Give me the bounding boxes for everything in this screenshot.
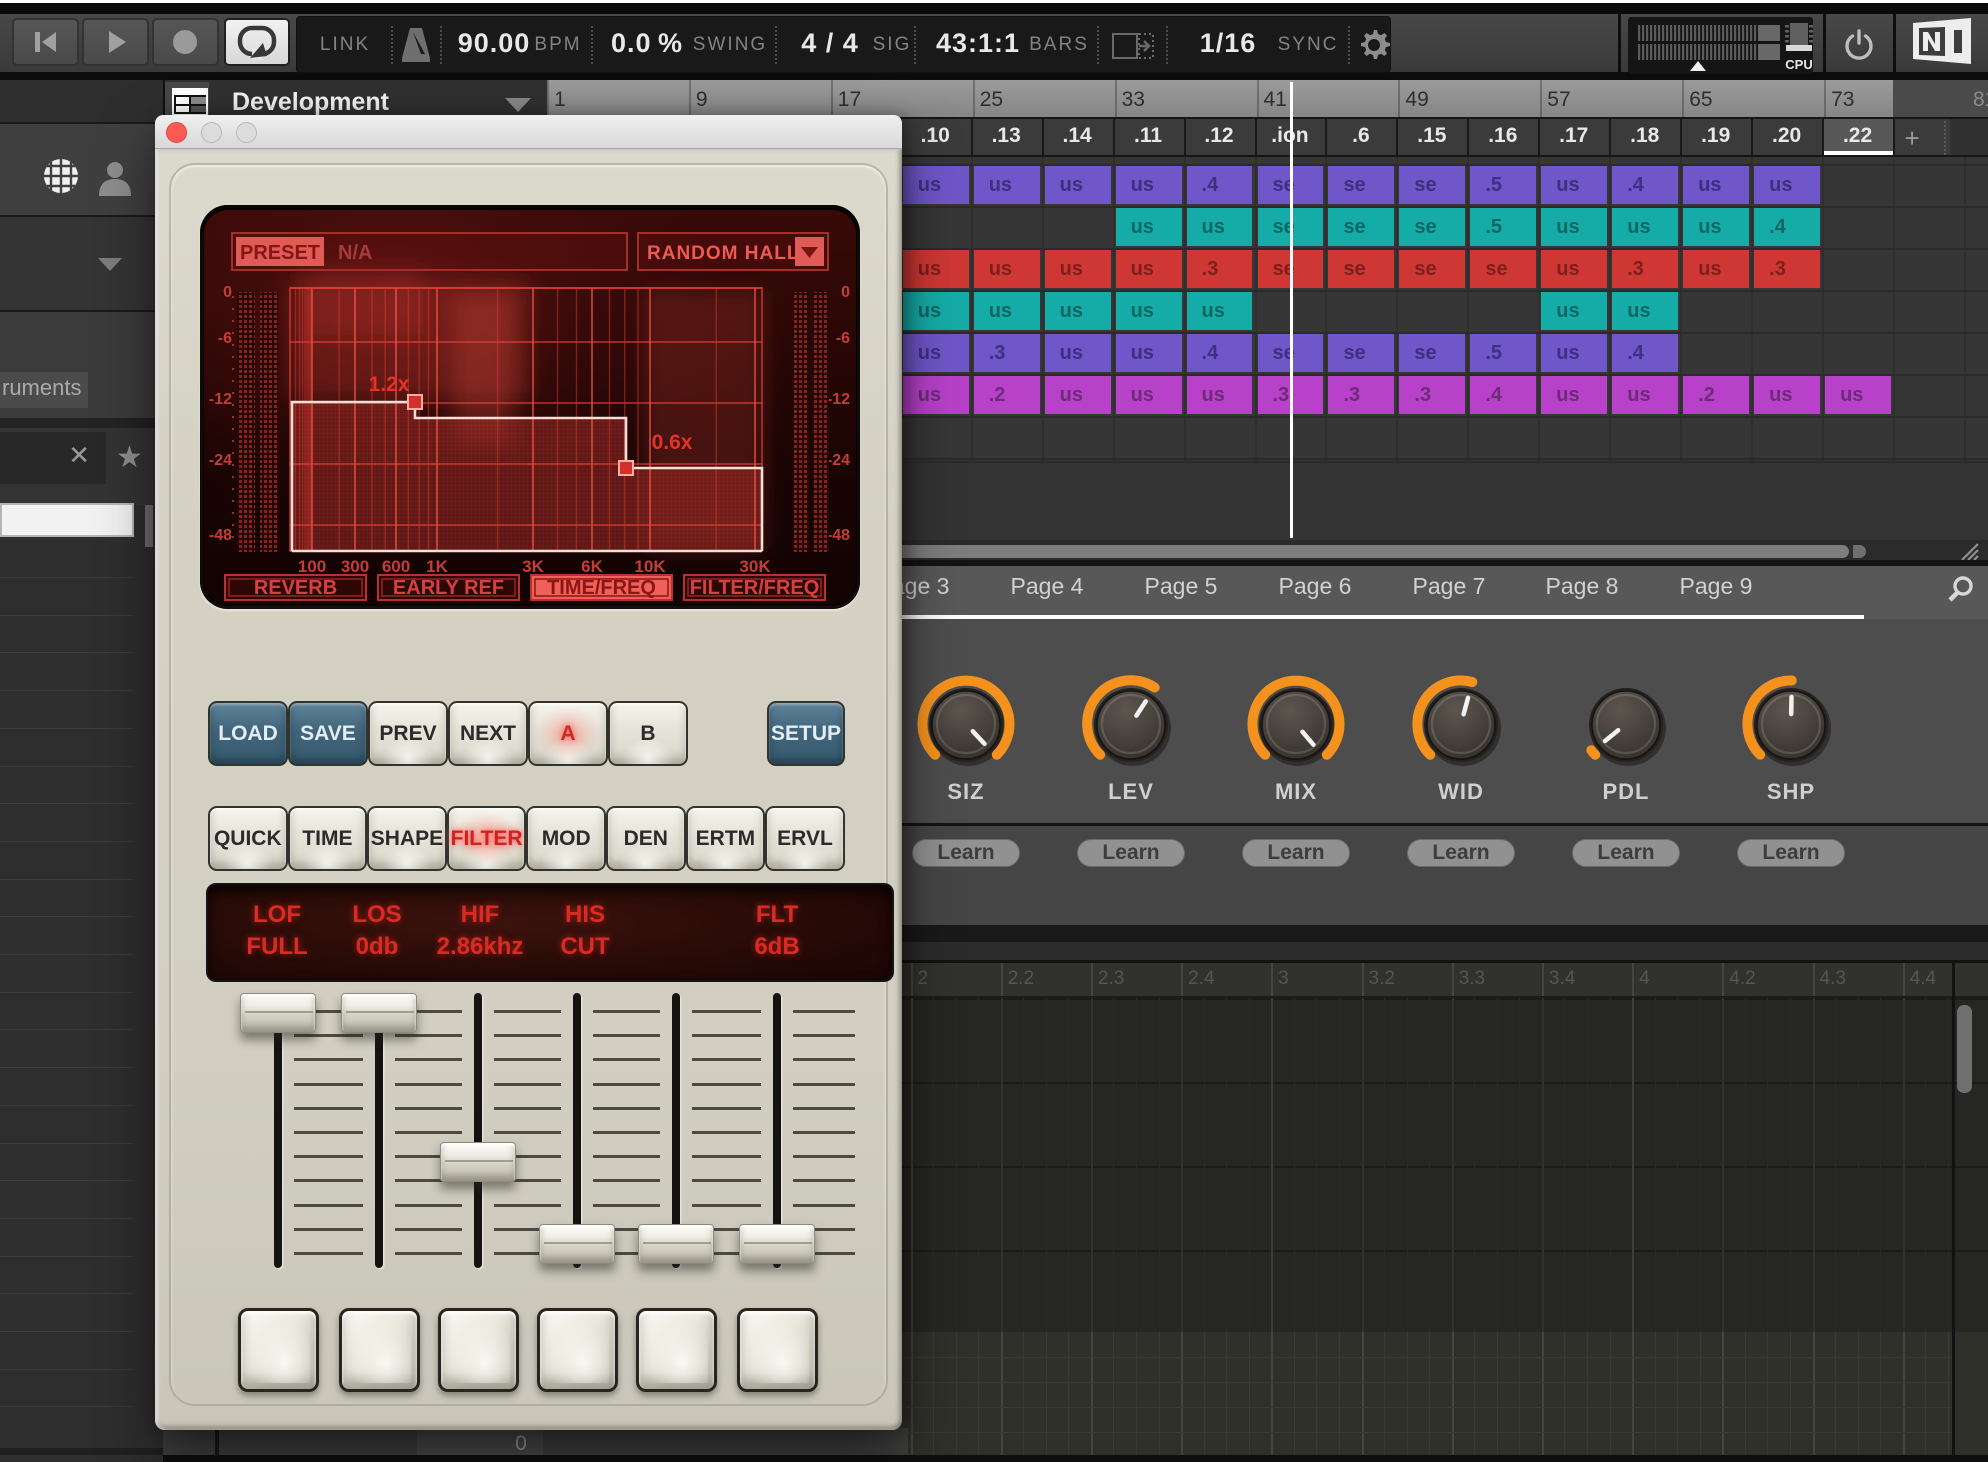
svg-text:N/A: N/A bbox=[338, 242, 372, 264]
svg-text:30K: 30K bbox=[739, 557, 771, 576]
svg-text:REVERB: REVERB bbox=[254, 577, 337, 599]
svg-text:FILTER/FREQ: FILTER/FREQ bbox=[690, 577, 820, 599]
svg-text:TIME/FREQ: TIME/FREQ bbox=[547, 577, 656, 599]
svg-text:600: 600 bbox=[382, 557, 410, 576]
svg-text:RANDOM HALL: RANDOM HALL bbox=[647, 243, 799, 264]
svg-text:100: 100 bbox=[298, 557, 326, 576]
svg-text:3K: 3K bbox=[522, 557, 544, 576]
svg-text:0: 0 bbox=[223, 284, 232, 301]
svg-text:EARLY REF: EARLY REF bbox=[393, 577, 504, 599]
svg-text:1.2x: 1.2x bbox=[369, 373, 410, 396]
svg-text:0: 0 bbox=[841, 284, 850, 301]
svg-text:1K: 1K bbox=[426, 557, 448, 576]
svg-text:-6: -6 bbox=[836, 330, 850, 347]
svg-text:-48: -48 bbox=[209, 527, 232, 544]
svg-text:10K: 10K bbox=[634, 557, 666, 576]
svg-text:-12: -12 bbox=[209, 391, 232, 408]
svg-text:-6: -6 bbox=[218, 330, 232, 347]
svg-text:0.6x: 0.6x bbox=[652, 431, 693, 454]
svg-text:PRESET: PRESET bbox=[240, 242, 320, 264]
svg-text:6K: 6K bbox=[581, 557, 603, 576]
svg-text:300: 300 bbox=[341, 557, 369, 576]
svg-text:-48: -48 bbox=[827, 527, 850, 544]
svg-text:-24: -24 bbox=[827, 452, 850, 469]
svg-text:-24: -24 bbox=[209, 452, 232, 469]
svg-text:-12: -12 bbox=[827, 391, 850, 408]
svg-text:CPU: CPU bbox=[1785, 57, 1812, 72]
